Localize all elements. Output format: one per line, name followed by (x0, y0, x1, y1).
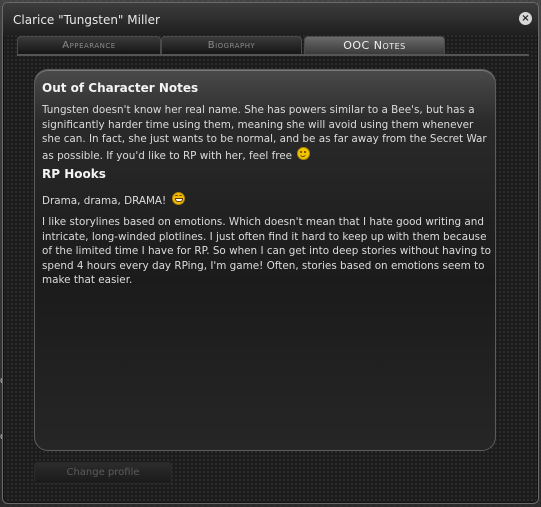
profile-window: Clarice "Tungsten" Miller × Appearance B… (2, 2, 539, 504)
tab-ooc-notes[interactable]: OOC Notes (304, 36, 445, 54)
tab-divider (17, 54, 529, 56)
change-profile-button[interactable]: Change profile (34, 462, 172, 484)
grin-icon (171, 192, 185, 205)
tab-biography[interactable]: Biography (161, 36, 302, 54)
rp-hooks-heading: RP Hooks (42, 167, 106, 181)
ooc-heading: Out of Character Notes (42, 81, 199, 95)
window-title: Clarice "Tungsten" Miller (13, 13, 160, 27)
ooc-text: Tungsten doesn't know her real name. She… (42, 103, 492, 163)
smiley-icon (297, 146, 311, 160)
ooc-text-body: Tungsten doesn't know her real name. She… (42, 104, 487, 162)
tab-bar: Appearance Biography OOC Notes (17, 36, 529, 54)
rp-drama-text: Drama, drama, DRAMA! (42, 195, 167, 207)
rp-story-text: I like storylines based on emotions. Whi… (42, 216, 492, 286)
tab-appearance[interactable]: Appearance (17, 36, 161, 54)
window-titlebar[interactable]: Clarice "Tungsten" Miller × (3, 3, 538, 35)
ooc-notes-panel: Out of Character Notes Tungsten doesn't … (34, 69, 496, 451)
close-button[interactable]: × (519, 12, 532, 25)
rp-drama-line: Drama, drama, DRAMA! (42, 192, 492, 209)
